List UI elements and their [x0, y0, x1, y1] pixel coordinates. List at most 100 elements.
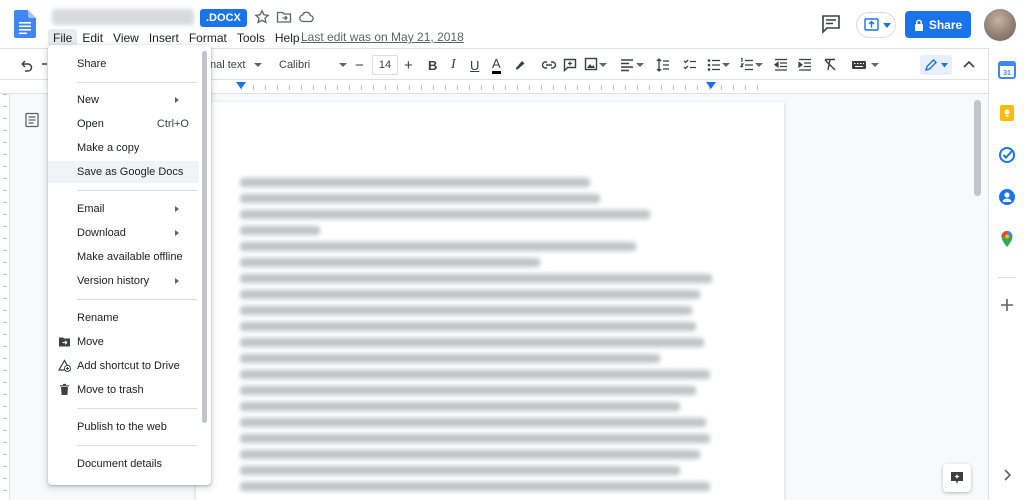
present-icon [864, 18, 879, 31]
collapse-toolbar-icon[interactable] [963, 55, 975, 75]
docs-logo-icon[interactable] [14, 10, 36, 38]
comment-history-icon[interactable] [820, 14, 842, 34]
menu-item-move-to-trash[interactable]: Move to trash [48, 379, 199, 401]
submenu-arrow-icon [175, 230, 179, 236]
document-outline-icon[interactable] [24, 112, 40, 128]
menu-scrollbar[interactable] [202, 51, 207, 423]
top-bar: .DOCX File Edit View Insert Format Tools… [0, 0, 1024, 48]
move-to-folder-icon[interactable] [276, 9, 292, 25]
menu-item-label: Publish to the web [77, 421, 167, 433]
present-button[interactable] [856, 12, 896, 38]
document-title-redacted[interactable] [52, 9, 194, 25]
vertical-ruler [0, 94, 10, 500]
file-menu: Share New Open Ctrl+O Make a copy Save as… [48, 45, 211, 485]
menu-item-label: Share [77, 58, 107, 70]
decrease-indent-icon[interactable] [774, 55, 788, 75]
calendar-icon[interactable]: 31 [998, 61, 1016, 79]
chevron-down-icon [339, 63, 347, 67]
undo-icon[interactable] [18, 55, 34, 75]
share-button-label: Share [928, 17, 963, 32]
menu-item-rename[interactable]: Rename [48, 307, 199, 329]
italic-icon[interactable]: I [451, 55, 456, 75]
explore-icon [951, 472, 963, 484]
menu-tools[interactable]: Tools [232, 29, 270, 47]
contacts-icon[interactable] [998, 188, 1016, 206]
menu-item-email[interactable]: Email [48, 198, 199, 220]
line-spacing-icon[interactable] [656, 55, 670, 75]
menu-help[interactable]: Help [270, 29, 305, 47]
insert-comment-icon[interactable] [563, 55, 577, 75]
star-icon[interactable] [254, 9, 270, 25]
add-shortcut-icon [58, 359, 71, 372]
chevron-down-icon [941, 62, 948, 67]
font-family-select[interactable]: Calibri [279, 55, 310, 75]
last-edit-link[interactable]: Last edit was on May 21, 2018 [301, 30, 464, 44]
menu-item-label: Download [77, 227, 126, 239]
tasks-icon[interactable] [998, 146, 1016, 164]
submenu-arrow-icon [175, 206, 179, 212]
menu-item-label: Save as Google Docs [77, 166, 184, 178]
decrease-font-size-button[interactable]: − [355, 55, 364, 75]
menu-item-label: Move to trash [77, 384, 144, 396]
highlight-color-icon[interactable] [513, 55, 527, 75]
menu-item-open[interactable]: Open Ctrl+O [48, 113, 199, 135]
link-icon[interactable] [541, 55, 557, 75]
editing-mode-button[interactable] [920, 55, 952, 75]
document-scrollbar[interactable] [974, 94, 982, 500]
menu-item-label: Rename [77, 312, 119, 324]
submenu-arrow-icon [175, 97, 179, 103]
submenu-arrow-icon [175, 278, 179, 284]
lock-icon [914, 19, 923, 31]
left-indent-marker[interactable] [236, 82, 246, 90]
clear-formatting-icon[interactable] [823, 55, 837, 75]
menu-item-label: New [77, 94, 100, 106]
chevron-down-icon [871, 63, 879, 67]
menu-item-make-copy[interactable]: Make a copy [48, 137, 199, 159]
document-page[interactable] [196, 102, 784, 500]
increase-font-size-button[interactable]: + [404, 55, 413, 75]
menu-item-publish-to-web[interactable]: Publish to the web [48, 416, 199, 438]
bold-icon[interactable]: B [428, 55, 437, 75]
explore-button[interactable] [943, 464, 971, 492]
input-tools-icon[interactable] [851, 55, 867, 75]
chevron-down-icon [883, 23, 891, 28]
chevron-down-icon [755, 63, 763, 67]
text-color-icon[interactable]: A [492, 55, 501, 74]
menu-item-label: Move [77, 336, 104, 348]
add-addon-icon[interactable] [998, 296, 1016, 314]
align-left-icon[interactable] [620, 55, 634, 75]
pencil-icon [924, 59, 937, 72]
menu-item-move[interactable]: Move [48, 331, 199, 353]
increase-indent-icon[interactable] [798, 55, 812, 75]
right-indent-marker[interactable] [706, 82, 716, 90]
menu-item-share[interactable]: Share [48, 53, 199, 75]
expand-side-panel-icon[interactable] [998, 466, 1016, 484]
side-panel: 31 [988, 48, 1024, 500]
checklist-icon[interactable] [683, 55, 697, 75]
docx-format-badge: .DOCX [200, 9, 247, 27]
menu-item-add-shortcut[interactable]: Add shortcut to Drive [48, 355, 199, 377]
numbered-list-icon[interactable] [740, 55, 754, 75]
menu-item-label: Add shortcut to Drive [77, 360, 180, 372]
shortcut-label: Ctrl+O [156, 118, 189, 130]
trash-icon [60, 383, 69, 395]
keep-icon[interactable] [998, 104, 1016, 122]
account-avatar[interactable] [984, 9, 1016, 41]
font-size-input[interactable]: 14 [372, 55, 398, 75]
share-button[interactable]: Share [905, 11, 971, 38]
maps-icon[interactable] [998, 230, 1016, 248]
bulleted-list-icon[interactable] [707, 55, 721, 75]
underline-icon[interactable]: U [470, 55, 479, 75]
menu-item-make-available-offline[interactable]: Make available offline [48, 246, 199, 268]
menu-item-save-as-google-docs[interactable]: Save as Google Docs [48, 161, 199, 183]
chevron-down-icon [599, 63, 607, 67]
insert-image-icon[interactable] [584, 55, 598, 75]
menu-item-new[interactable]: New [48, 89, 199, 111]
menu-item-download[interactable]: Download [48, 222, 199, 244]
paragraph-style-select[interactable]: nal text [210, 55, 245, 75]
svg-text:31: 31 [1003, 70, 1011, 77]
menu-item-label: Make a copy [77, 142, 140, 154]
cloud-status-icon[interactable] [298, 9, 314, 25]
menu-item-document-details[interactable]: Document details [48, 453, 199, 475]
menu-item-version-history[interactable]: Version history [48, 270, 199, 292]
